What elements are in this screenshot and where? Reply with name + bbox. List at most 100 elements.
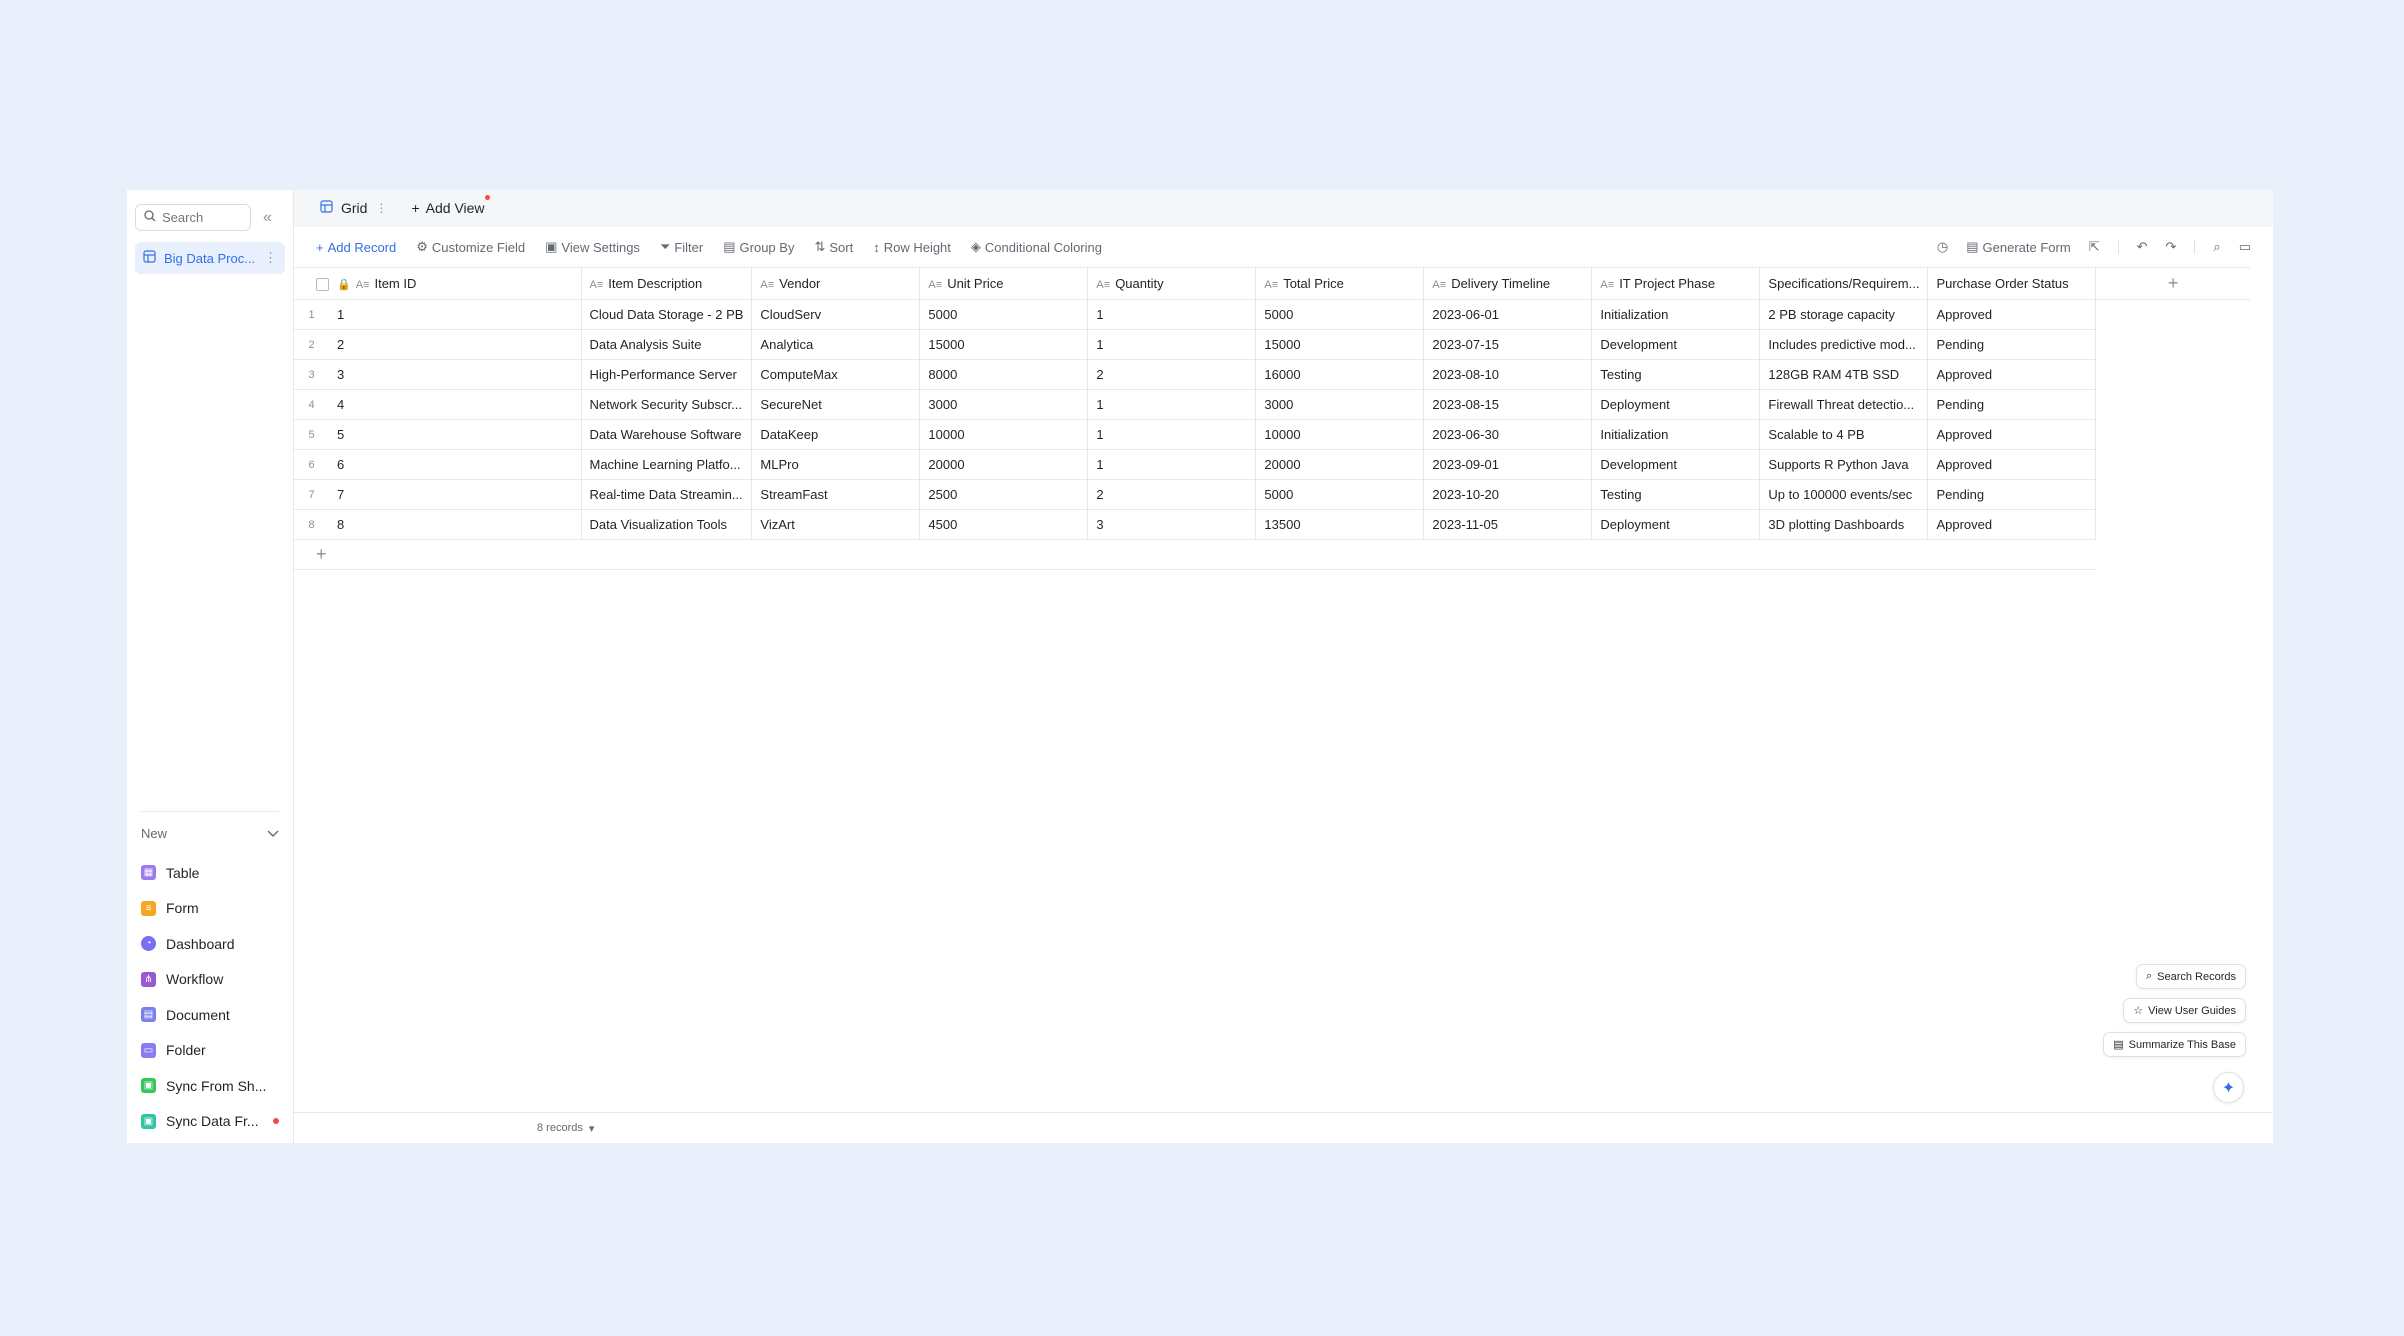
new-item-document[interactable]: ▤ Document — [141, 997, 279, 1033]
table-cell[interactable]: Data Analysis Suite — [581, 329, 753, 360]
table-cell[interactable]: 10000 — [1255, 419, 1425, 450]
table-row[interactable]: 5 5 Data Warehouse Software DataKeep 10000 1 1… — [294, 419, 2250, 450]
table-cell[interactable]: 2023-08-10 — [1423, 359, 1593, 390]
table-cell[interactable]: Data Warehouse Software — [581, 419, 753, 450]
add-view-button[interactable]: + Add View — [411, 193, 490, 223]
table-cell[interactable]: 3 — [329, 359, 582, 390]
ai-sparkle-icon[interactable]: ✦ — [2213, 1072, 2244, 1103]
table-cell[interactable]: 8 — [329, 509, 582, 540]
table-row[interactable]: 8 8 Data Visualization Tools VizArt 4500 3 135… — [294, 509, 2250, 540]
column-header-unit-price[interactable]: A≡ Unit Price — [919, 267, 1089, 300]
column-header-delivery-timeline[interactable]: A≡ Delivery Timeline — [1423, 267, 1593, 300]
column-header-purchase-order-status[interactable]: Purchase Order Status — [1927, 267, 2097, 300]
table-cell[interactable]: 2023-07-15 — [1423, 329, 1593, 360]
table-cell[interactable]: Approved — [1927, 359, 2097, 390]
sidebar-search-box[interactable] — [135, 204, 251, 231]
table-cell[interactable]: 2023-06-30 — [1423, 419, 1593, 450]
table-cell[interactable]: Scalable to 4 PB — [1759, 419, 1929, 450]
view-user-guides-button[interactable]: ☆ View User Guides — [2123, 998, 2246, 1023]
column-header-specifications[interactable]: Specifications/Requirem... — [1759, 267, 1929, 300]
table-cell[interactable]: Development — [1591, 449, 1761, 480]
table-row[interactable]: 4 4 Network Security Subscr... SecureNet 300… — [294, 389, 2250, 420]
table-cell[interactable]: Network Security Subscr... — [581, 389, 753, 420]
chevron-down-icon[interactable] — [267, 826, 279, 841]
table-cell[interactable]: 20000 — [919, 449, 1089, 480]
table-cell[interactable]: 5000 — [1255, 479, 1425, 510]
table-cell[interactable]: 1 — [1087, 299, 1257, 330]
table-cell[interactable]: 2 — [1087, 359, 1257, 390]
new-item-sync-sheet[interactable]: ▣ Sync From Sh... — [141, 1068, 279, 1104]
table-cell[interactable]: 20000 — [1255, 449, 1425, 480]
table-cell[interactable]: Analytica — [751, 329, 921, 360]
table-cell[interactable]: Approved — [1927, 419, 2097, 450]
new-item-folder[interactable]: ▭ Folder — [141, 1033, 279, 1069]
select-all-checkbox[interactable] — [316, 278, 329, 292]
table-cell[interactable]: 4 — [329, 389, 582, 420]
table-cell[interactable]: 5000 — [919, 299, 1089, 330]
table-cell[interactable]: 5000 — [1255, 299, 1425, 330]
table-cell[interactable]: Deployment — [1591, 509, 1761, 540]
table-row[interactable]: 1 1 Cloud Data Storage - 2 PB CloudServ 5000… — [294, 299, 2250, 330]
table-cell[interactable]: 2 — [1087, 479, 1257, 510]
table-cell[interactable]: MLPro — [751, 449, 921, 480]
table-cell[interactable]: 10000 — [919, 419, 1089, 450]
table-cell[interactable]: Approved — [1927, 299, 2097, 330]
table-cell[interactable]: Firewall Threat detectio... — [1759, 389, 1929, 420]
row-height-button[interactable]: ↕ Row Height — [873, 240, 951, 255]
table-cell[interactable]: 2500 — [919, 479, 1089, 510]
new-item-workflow[interactable]: ⋔ Workflow — [141, 962, 279, 998]
table-cell[interactable]: Approved — [1927, 509, 2097, 540]
table-cell[interactable]: 13500 — [1255, 509, 1425, 540]
table-cell[interactable]: 3000 — [1255, 389, 1425, 420]
table-cell[interactable]: 1 — [1087, 329, 1257, 360]
column-header-item-description[interactable]: A≡ Item Description — [581, 267, 753, 300]
customize-field-button[interactable]: ⚙ Customize Field — [416, 239, 525, 255]
find-icon[interactable]: ⌕ — [2213, 239, 2220, 255]
table-cell[interactable]: 3000 — [919, 389, 1089, 420]
sort-button[interactable]: ⇅ Sort — [814, 239, 853, 255]
summarize-base-button[interactable]: ▤ Summarize This Base — [2103, 1032, 2246, 1057]
table-cell[interactable]: 2023-09-01 — [1423, 449, 1593, 480]
table-cell[interactable]: High-Performance Server — [581, 359, 753, 390]
view-settings-button[interactable]: ▣ View Settings — [545, 239, 640, 255]
table-cell[interactable]: 2023-11-05 — [1423, 509, 1593, 540]
table-cell[interactable]: 15000 — [919, 329, 1089, 360]
table-cell[interactable]: 7 — [329, 479, 582, 510]
table-cell[interactable]: 2023-06-01 — [1423, 299, 1593, 330]
new-item-form[interactable]: ≡ Form — [141, 891, 279, 927]
table-cell[interactable]: 15000 — [1255, 329, 1425, 360]
add-column-button[interactable]: + — [2095, 267, 2250, 300]
table-cell[interactable]: Data Visualization Tools — [581, 509, 753, 540]
column-header-vendor[interactable]: A≡ Vendor — [751, 267, 921, 300]
collapse-sidebar-icon[interactable]: « — [263, 209, 272, 227]
table-cell[interactable]: 128GB RAM 4TB SSD — [1759, 359, 1929, 390]
share-icon[interactable]: ⇱ — [2089, 239, 2100, 255]
tab-more-icon[interactable]: ⋮ — [375, 201, 387, 215]
redo-icon[interactable]: ↷ — [2166, 239, 2177, 255]
column-header-total-price[interactable]: A≡ Total Price — [1255, 267, 1425, 300]
new-item-sync-data[interactable]: ▣ Sync Data Fr... — [141, 1104, 279, 1140]
table-cell[interactable]: Initialization — [1591, 419, 1761, 450]
table-cell[interactable]: Deployment — [1591, 389, 1761, 420]
table-cell[interactable]: Testing — [1591, 359, 1761, 390]
caret-down-icon[interactable]: ▾ — [589, 1122, 595, 1135]
table-cell[interactable]: StreamFast — [751, 479, 921, 510]
table-cell[interactable]: Initialization — [1591, 299, 1761, 330]
table-cell[interactable]: Real-time Data Streamin... — [581, 479, 753, 510]
conditional-coloring-button[interactable]: ◈ Conditional Coloring — [971, 239, 1102, 255]
table-cell[interactable]: Development — [1591, 329, 1761, 360]
table-cell[interactable]: 2023-08-15 — [1423, 389, 1593, 420]
history-icon[interactable]: ◷ — [1937, 239, 1948, 255]
new-item-table[interactable]: ▦ Table — [141, 855, 279, 891]
table-cell[interactable]: Supports R Python Java — [1759, 449, 1929, 480]
table-cell[interactable]: 2 PB storage capacity — [1759, 299, 1929, 330]
column-header-quantity[interactable]: A≡ Quantity — [1087, 267, 1257, 300]
table-cell[interactable]: 5 — [329, 419, 582, 450]
table-cell[interactable]: Approved — [1927, 449, 2097, 480]
table-row[interactable]: 7 7 Real-time Data Streamin... StreamFast 25… — [294, 479, 2250, 510]
add-record-button[interactable]: + Add Record — [316, 240, 396, 255]
column-header-item-id[interactable]: 🔒 A≡ Item ID — [329, 267, 582, 300]
table-cell[interactable]: Pending — [1927, 329, 2097, 360]
comment-icon[interactable]: ▭ — [2239, 239, 2251, 255]
group-by-button[interactable]: ▤ Group By — [723, 239, 794, 255]
